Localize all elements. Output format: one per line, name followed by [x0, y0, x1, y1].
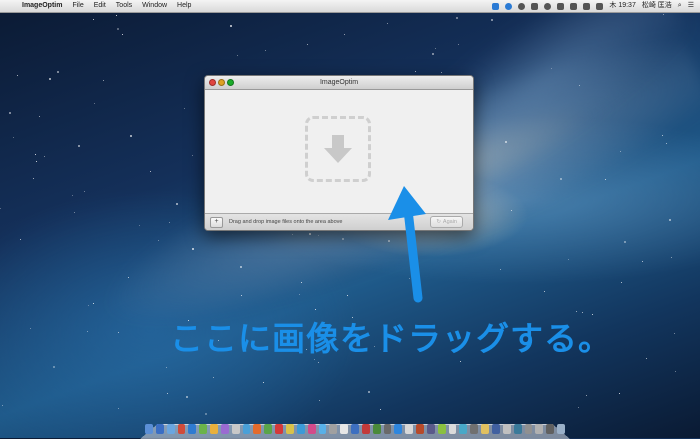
dock-app-icon[interactable]: [199, 424, 208, 434]
dock-app-icon[interactable]: [253, 424, 262, 434]
dock-app-icon[interactable]: [296, 424, 305, 434]
dock-app-icon[interactable]: [361, 424, 370, 434]
dock-app-icon[interactable]: [242, 424, 251, 434]
dock-app-icon[interactable]: [437, 424, 446, 434]
annotation-caption: ここに画像をドラッグする。: [170, 319, 612, 358]
dock-app-icon[interactable]: [448, 424, 457, 434]
dock-app-icon[interactable]: [210, 424, 218, 434]
dock-app-icon[interactable]: [329, 424, 338, 434]
dock-app-icon[interactable]: [470, 424, 479, 434]
dock-app-icon[interactable]: [524, 424, 533, 434]
dock-app-icon[interactable]: [502, 424, 511, 434]
dock-app-icon[interactable]: [155, 424, 164, 434]
dock-app-icon[interactable]: [177, 424, 186, 434]
dock-app-icon[interactable]: [535, 424, 544, 434]
dock-app-icon[interactable]: [318, 424, 327, 434]
dock-app-icon[interactable]: [513, 424, 522, 434]
dock-app-icon[interactable]: [188, 424, 197, 434]
dock-app-icon[interactable]: [307, 424, 316, 434]
dock-app-icon[interactable]: [264, 424, 273, 434]
dock-app-icon[interactable]: [492, 424, 500, 434]
dock-app-icon[interactable]: [275, 424, 283, 434]
dock-app-icon[interactable]: [231, 424, 240, 434]
dock-app-icon[interactable]: [383, 424, 392, 434]
annotation-arrow-icon: [388, 186, 426, 303]
dock-app-icon[interactable]: [351, 424, 359, 434]
dock-app-icon[interactable]: [481, 424, 489, 434]
dock-app-icon[interactable]: [416, 424, 424, 434]
dock-app-icon[interactable]: [426, 424, 435, 434]
dock-app-icon[interactable]: [546, 424, 555, 434]
dock-app-icon[interactable]: [405, 424, 414, 434]
dock-app-icon[interactable]: [220, 424, 229, 434]
dock-app-icon[interactable]: [372, 424, 381, 434]
dock-app-icon[interactable]: [145, 424, 153, 434]
dock-app-icon[interactable]: [340, 424, 349, 434]
dock-app-icon[interactable]: [285, 424, 294, 434]
dock-app-icon[interactable]: [394, 424, 403, 434]
dock-app-icon[interactable]: [166, 424, 175, 434]
dock: [145, 424, 565, 436]
dock-app-icon[interactable]: [459, 424, 468, 434]
dock-app-icon[interactable]: [557, 424, 565, 434]
